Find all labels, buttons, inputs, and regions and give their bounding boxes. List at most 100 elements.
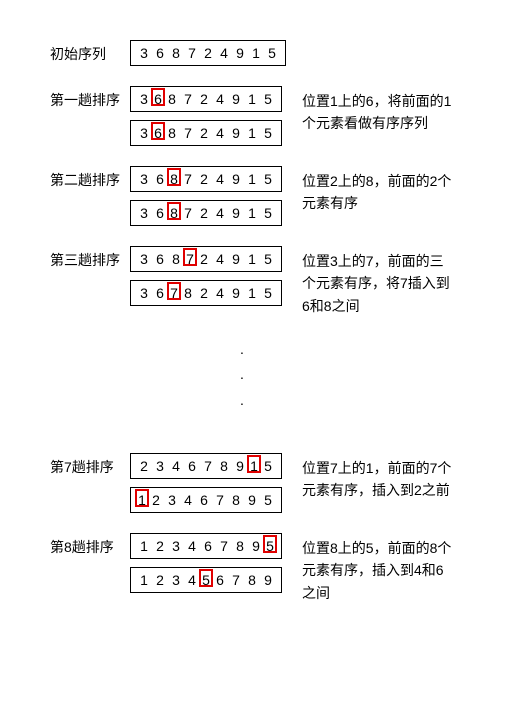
array-cell: 2 (153, 571, 167, 589)
step-label: 第二趟排序 (50, 166, 130, 190)
array-cell: 3 (137, 250, 151, 268)
array-cell: 8 (245, 571, 259, 589)
array-cell: 3 (153, 457, 167, 475)
array-cell: 9 (233, 457, 247, 475)
array-cell: 9 (233, 44, 247, 62)
array-cell: 4 (185, 537, 199, 555)
array-cell: 9 (245, 491, 259, 509)
array-cell: 4 (185, 571, 199, 589)
array-cell: 2 (149, 491, 163, 509)
array-cell: 9 (229, 90, 243, 108)
array-cell: 4 (213, 124, 227, 142)
step-label: 第8趟排序 (50, 533, 130, 557)
array-cell: 3 (137, 44, 151, 62)
array-cell: 5 (261, 250, 275, 268)
array-cell: 3 (137, 90, 151, 108)
step-row: 第8趟排序123467895123456789位置8上的5，前面的8个元素有序，… (50, 533, 480, 604)
step-description: 位置1上的6，将前面的1个元素看做有序序列 (302, 86, 452, 135)
array-cell: 5 (261, 204, 275, 222)
step-after-array: 123467895 (130, 487, 282, 513)
array-cell: 5 (261, 170, 275, 188)
array-cell: 6 (151, 88, 165, 106)
array-cell: 8 (165, 124, 179, 142)
step-row: 第二趟排序368724915368724915位置2上的8，前面的2个元素有序 (50, 166, 480, 226)
step-before-array: 368724915 (130, 246, 282, 272)
ellipsis: . . . (240, 337, 480, 413)
array-cell: 6 (153, 170, 167, 188)
array-cell: 8 (233, 537, 247, 555)
array-cell: 8 (229, 491, 243, 509)
array-cell: 4 (213, 170, 227, 188)
step-before-array: 234678915 (130, 453, 282, 479)
array-cell: 4 (181, 491, 195, 509)
array-cell: 7 (181, 204, 195, 222)
step-description: 位置3上的7，前面的三个元素有序，将7插入到6和8之间 (302, 246, 452, 317)
array-cell: 9 (249, 537, 263, 555)
array-cell: 1 (247, 455, 261, 473)
step-before-array: 368724915 (130, 86, 282, 112)
array-cell: 7 (181, 170, 195, 188)
array-cell: 4 (213, 250, 227, 268)
array-cell: 4 (217, 44, 231, 62)
step-row: 第三趟排序368724915367824915位置3上的7，前面的三个元素有序，… (50, 246, 480, 317)
array-cell: 7 (183, 248, 197, 266)
array-cell: 3 (137, 284, 151, 302)
array-cell: 6 (151, 122, 165, 140)
step-label: 第7趟排序 (50, 453, 130, 477)
array-cell: 1 (249, 44, 263, 62)
step-label: 第三趟排序 (50, 246, 130, 270)
array-cell: 3 (169, 571, 183, 589)
array-cell: 8 (169, 250, 183, 268)
array-cell: 6 (153, 44, 167, 62)
array-cell: 5 (261, 457, 275, 475)
array-cell: 5 (265, 44, 279, 62)
array-cell: 8 (165, 90, 179, 108)
array-cell: 7 (181, 90, 195, 108)
array-cell: 3 (137, 124, 151, 142)
array-cell: 7 (213, 491, 227, 509)
array-cell: 1 (245, 204, 259, 222)
array-cell: 2 (137, 457, 151, 475)
array-cell: 6 (153, 284, 167, 302)
step-row: 第7趟排序234678915123467895位置7上的1，前面的7个元素有序，… (50, 453, 480, 513)
array-cell: 5 (261, 124, 275, 142)
array-cell: 9 (229, 284, 243, 302)
array-cell: 5 (261, 491, 275, 509)
array-cell: 1 (137, 571, 151, 589)
array-cell: 4 (169, 457, 183, 475)
initial-label: 初始序列 (50, 40, 130, 64)
array-cell: 7 (217, 537, 231, 555)
array-cell: 1 (135, 489, 149, 507)
array-cell: 2 (153, 537, 167, 555)
array-cell: 2 (197, 170, 211, 188)
array-cell: 5 (261, 90, 275, 108)
array-cell: 8 (167, 202, 181, 220)
array-cell: 3 (165, 491, 179, 509)
array-cell: 2 (197, 204, 211, 222)
array-cell: 6 (201, 537, 215, 555)
initial-array: 368724915 (130, 40, 286, 66)
array-cell: 8 (169, 44, 183, 62)
array-cell: 1 (245, 170, 259, 188)
array-cell: 6 (185, 457, 199, 475)
array-cell: 2 (197, 90, 211, 108)
step-description: 位置2上的8，前面的2个元素有序 (302, 166, 452, 215)
step-description: 位置7上的1，前面的7个元素有序，插入到2之前 (302, 453, 452, 502)
array-cell: 1 (245, 90, 259, 108)
step-label: 第一趟排序 (50, 86, 130, 110)
array-cell: 1 (245, 250, 259, 268)
array-cell: 6 (197, 491, 211, 509)
array-cell: 1 (245, 284, 259, 302)
array-cell: 2 (201, 44, 215, 62)
array-cell: 2 (197, 284, 211, 302)
array-cell: 6 (153, 250, 167, 268)
array-cell: 5 (199, 569, 213, 587)
array-cell: 4 (213, 204, 227, 222)
array-cell: 9 (229, 250, 243, 268)
step-before-array: 368724915 (130, 166, 282, 192)
array-cell: 3 (137, 170, 151, 188)
array-cell: 7 (229, 571, 243, 589)
array-cell: 5 (263, 535, 277, 553)
array-cell: 8 (217, 457, 231, 475)
step-after-array: 123456789 (130, 567, 282, 593)
